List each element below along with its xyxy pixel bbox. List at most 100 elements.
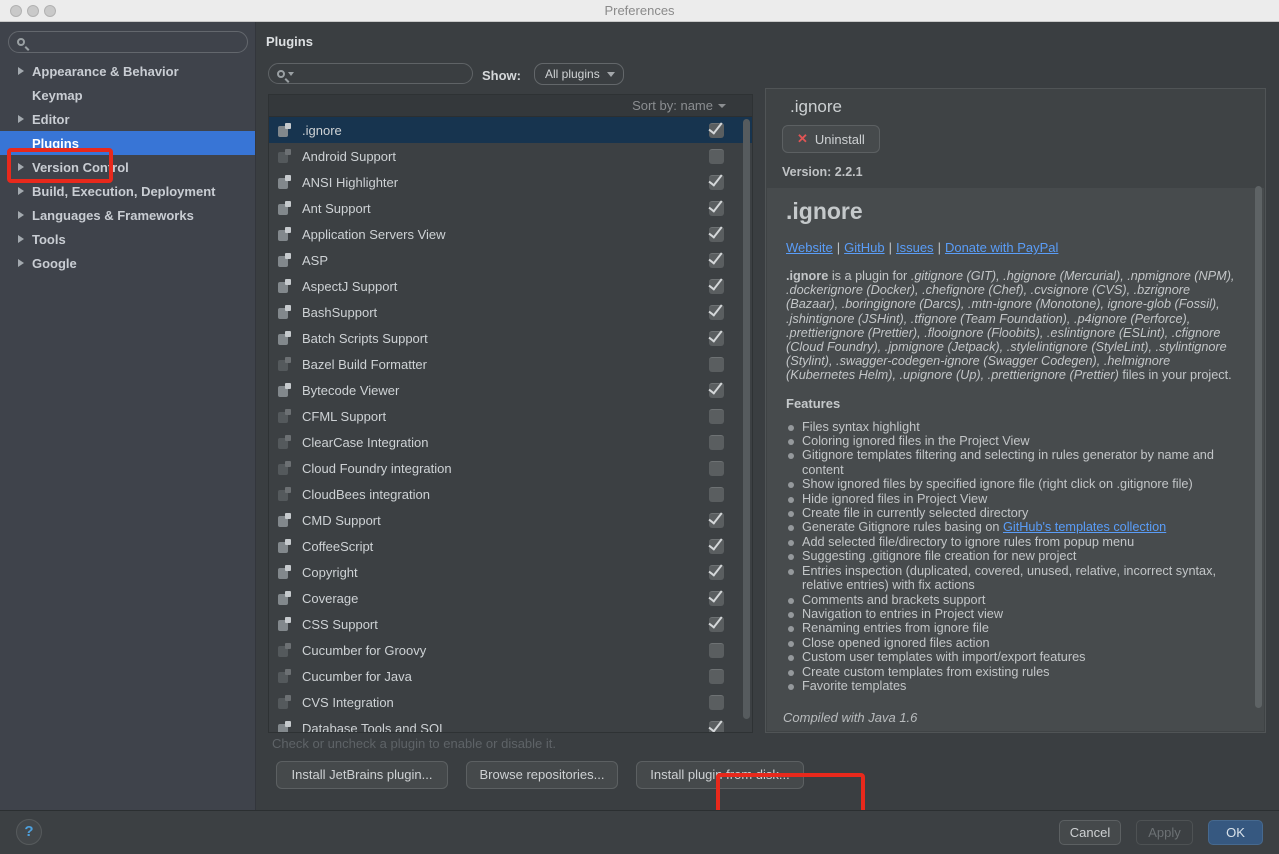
plugin-checkbox[interactable] (709, 617, 724, 632)
settings-sidebar: Appearance & Behavior Keymap Editor Plug… (0, 22, 256, 810)
plugin-row[interactable]: BashSupport (269, 299, 752, 325)
plugin-checkbox[interactable] (709, 383, 724, 398)
plugin-list-scrollbar[interactable] (743, 119, 750, 719)
plugin-checkbox[interactable] (709, 565, 724, 580)
plugin-checkbox[interactable] (709, 357, 724, 372)
plugin-row[interactable]: Copyright (269, 559, 752, 585)
plugin-checkbox[interactable] (709, 643, 724, 658)
plugin-checkbox[interactable] (709, 487, 724, 502)
plugin-checkbox[interactable] (709, 591, 724, 606)
details-scrollbar[interactable] (1255, 186, 1262, 708)
plugin-checkbox[interactable] (709, 539, 724, 554)
help-button[interactable]: ? (16, 819, 42, 845)
feature-item: Favorite templates (786, 679, 1246, 693)
plugin-row[interactable]: CMD Support (269, 507, 752, 533)
plugin-checkbox[interactable] (709, 123, 724, 138)
sidebar-item[interactable]: Keymap (0, 83, 255, 107)
sidebar-item[interactable]: Tools (0, 227, 255, 251)
browse-repositories-button[interactable]: Browse repositories... (466, 761, 618, 789)
sidebar-item[interactable]: Plugins (0, 131, 255, 155)
plugin-row[interactable]: Coverage (269, 585, 752, 611)
plugin-row[interactable]: Ant Support (269, 195, 752, 221)
install-plugin-from-disk-button[interactable]: Install plugin from disk... (636, 761, 804, 789)
plugin-description: .ignore Website|GitHub|Issues|Donate wit… (767, 188, 1264, 731)
chevron-right-icon (18, 211, 24, 219)
features-title: Features (786, 396, 1234, 411)
feature-link[interactable]: GitHub's templates collection (1003, 520, 1166, 534)
plugin-row[interactable]: Cucumber for Java (269, 663, 752, 689)
plugin-checkbox[interactable] (709, 227, 724, 242)
sidebar-item[interactable]: Build, Execution, Deployment (0, 179, 255, 203)
plugin-checkbox[interactable] (709, 669, 724, 684)
sort-header[interactable]: Sort by: name (269, 95, 752, 117)
feature-item: Generate Gitignore rules basing on GitHu… (786, 520, 1246, 534)
settings-search-field[interactable] (8, 31, 248, 53)
plugin-link[interactable]: GitHub (844, 240, 884, 255)
plugin-row[interactable]: .ignore (269, 117, 752, 143)
link-separator: | (938, 240, 941, 255)
sidebar-item[interactable]: Google (0, 251, 255, 275)
show-filter-dropdown[interactable]: All plugins (534, 63, 624, 85)
plugin-checkbox[interactable] (709, 279, 724, 294)
plugin-link[interactable]: Donate with PayPal (945, 240, 1058, 255)
plugin-row[interactable]: ClearCase Integration (269, 429, 752, 455)
install-jetbrains-plugin-button[interactable]: Install JetBrains plugin... (276, 761, 448, 789)
plugin-checkbox[interactable] (709, 201, 724, 216)
plugin-search-input[interactable] (299, 67, 449, 81)
plugin-row[interactable]: Bazel Build Formatter (269, 351, 752, 377)
plugin-row[interactable]: CVS Integration (269, 689, 752, 715)
plugin-name: .ignore (790, 97, 842, 117)
sidebar-item[interactable]: Version Control (0, 155, 255, 179)
plugin-checkbox[interactable] (709, 253, 724, 268)
plugin-checkbox[interactable] (709, 331, 724, 346)
feature-item: Navigation to entries in Project view (786, 607, 1246, 621)
sidebar-item[interactable]: Editor (0, 107, 255, 131)
show-filter-value: All plugins (545, 67, 600, 81)
plugin-checkbox[interactable] (709, 435, 724, 450)
plugin-checkbox[interactable] (709, 721, 724, 734)
plugin-link[interactable]: Website (786, 240, 833, 255)
sidebar-item[interactable]: Appearance & Behavior (0, 59, 255, 83)
plugin-icon (278, 123, 292, 137)
plugin-checkbox[interactable] (709, 305, 724, 320)
feature-item: Close opened ignored files action (786, 636, 1246, 650)
sidebar-item[interactable]: Languages & Frameworks (0, 203, 255, 227)
plugin-row[interactable]: Cucumber for Groovy (269, 637, 752, 663)
cancel-button[interactable]: Cancel (1059, 820, 1121, 845)
plugin-row[interactable]: Application Servers View (269, 221, 752, 247)
plugin-row[interactable]: ANSI Highlighter (269, 169, 752, 195)
plugin-row-label: ANSI Highlighter (302, 175, 398, 190)
plugin-checkbox[interactable] (709, 461, 724, 476)
plugin-row[interactable]: Bytecode Viewer (269, 377, 752, 403)
plugin-row[interactable]: ASP (269, 247, 752, 273)
plugin-row[interactable]: AspectJ Support (269, 273, 752, 299)
plugin-icon (278, 305, 292, 319)
chevron-right-icon (18, 259, 24, 267)
plugin-row-label: ASP (302, 253, 328, 268)
plugin-checkbox[interactable] (709, 149, 724, 164)
plugin-checkbox[interactable] (709, 513, 724, 528)
plugin-checkbox[interactable] (709, 175, 724, 190)
plugin-row[interactable]: CFML Support (269, 403, 752, 429)
ok-button[interactable]: OK (1208, 820, 1263, 845)
plugin-list: Sort by: name .ignore Android Support AN… (268, 94, 753, 733)
plugin-link[interactable]: Issues (896, 240, 934, 255)
chevron-right-icon (18, 163, 24, 171)
feature-item: Files syntax highlight (786, 420, 1246, 434)
plugin-checkbox[interactable] (709, 695, 724, 710)
plugin-row[interactable]: CloudBees integration (269, 481, 752, 507)
uninstall-button[interactable]: ✕ Uninstall (782, 125, 880, 153)
plugin-row[interactable]: Cloud Foundry integration (269, 455, 752, 481)
apply-button[interactable]: Apply (1136, 820, 1193, 845)
plugin-row-label: Cucumber for Groovy (302, 643, 426, 658)
chevron-right-icon (18, 115, 24, 123)
plugin-row[interactable]: CoffeeScript (269, 533, 752, 559)
plugin-search-field[interactable] (268, 63, 473, 84)
plugin-row[interactable]: Database Tools and SQL (269, 715, 752, 733)
search-options-arrow-icon[interactable] (288, 72, 294, 76)
plugin-row[interactable]: Android Support (269, 143, 752, 169)
plugin-row[interactable]: CSS Support (269, 611, 752, 637)
plugin-row[interactable]: Batch Scripts Support (269, 325, 752, 351)
plugin-checkbox[interactable] (709, 409, 724, 424)
settings-search-input[interactable] (31, 35, 211, 49)
